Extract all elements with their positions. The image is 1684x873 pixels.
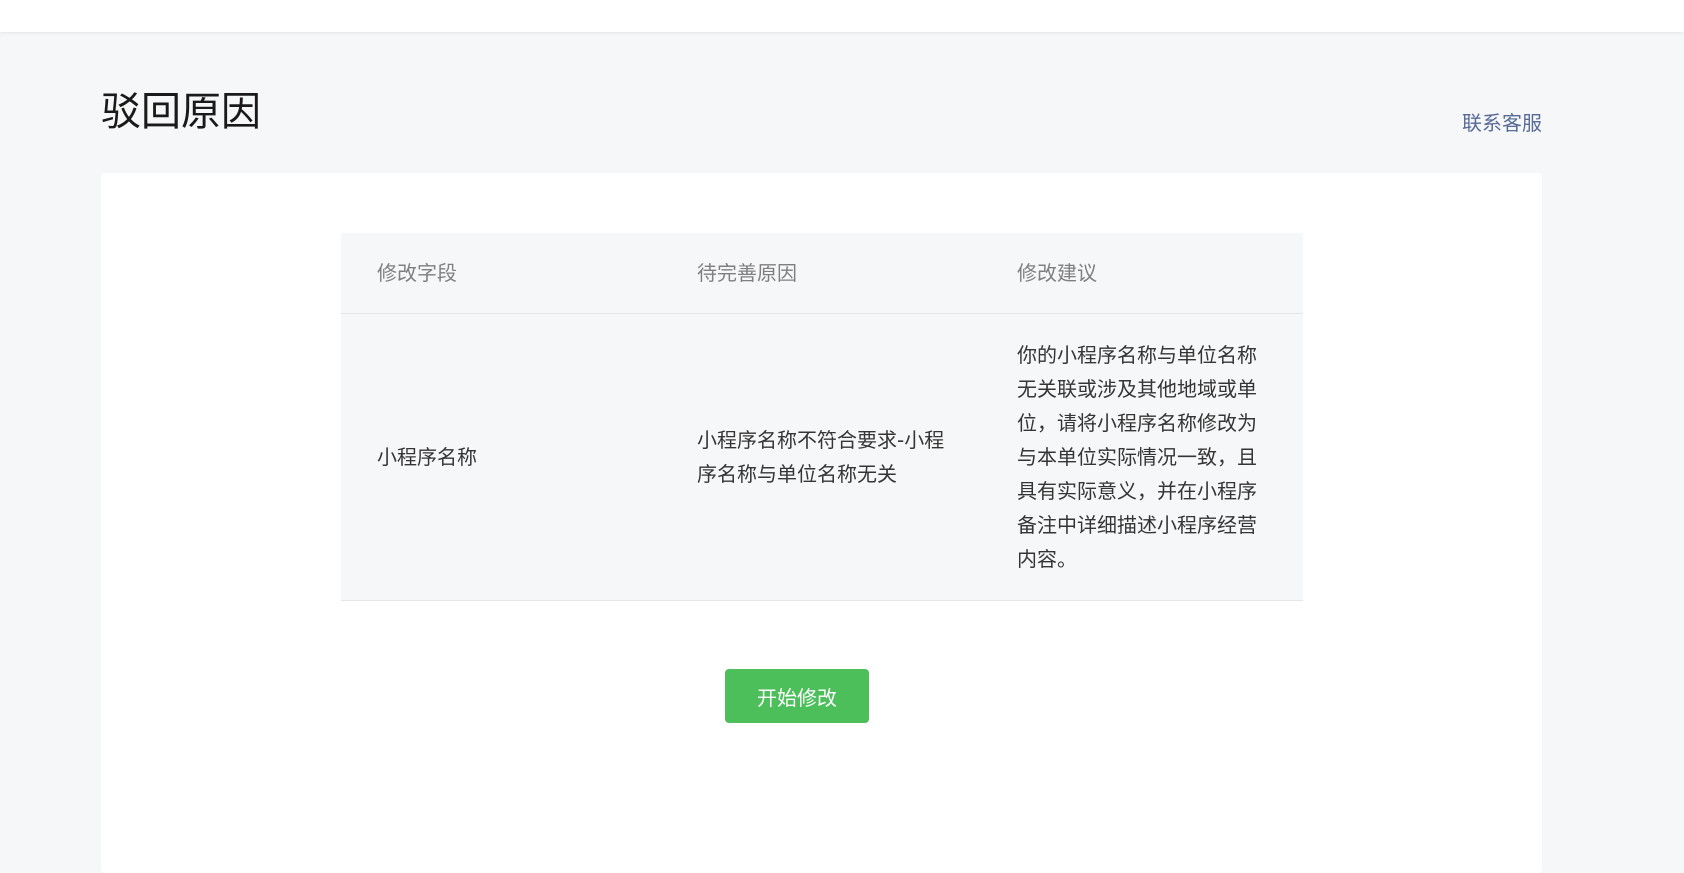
rejection-table: 修改字段 待完善原因 修改建议 小程序名称 小程序名称不符合要求-小程序名称与单…	[341, 233, 1303, 601]
header-field: 修改字段	[377, 261, 457, 285]
cell-reason: 小程序名称不符合要求-小程序名称与单位名称无关	[697, 428, 945, 486]
start-edit-button[interactable]: 开始修改	[725, 669, 869, 723]
cell-suggestion: 你的小程序名称与单位名称无关联或涉及其他地域或单位，请将小程序名称修改为与本单位…	[1017, 343, 1257, 571]
top-bar	[0, 0, 1684, 32]
cell-field: 小程序名称	[377, 445, 477, 469]
rejection-card: 修改字段 待完善原因 修改建议 小程序名称 小程序名称不符合要求-小程序名称与单…	[101, 173, 1542, 873]
table-header: 修改字段 待完善原因 修改建议	[341, 233, 1303, 314]
header-reason: 待完善原因	[697, 261, 797, 285]
contact-service-link[interactable]: 联系客服	[1462, 108, 1542, 138]
table-row: 小程序名称 小程序名称不符合要求-小程序名称与单位名称无关 你的小程序名称与单位…	[341, 314, 1303, 601]
page-title: 驳回原因	[101, 89, 261, 135]
header-suggestion: 修改建议	[1017, 261, 1097, 285]
